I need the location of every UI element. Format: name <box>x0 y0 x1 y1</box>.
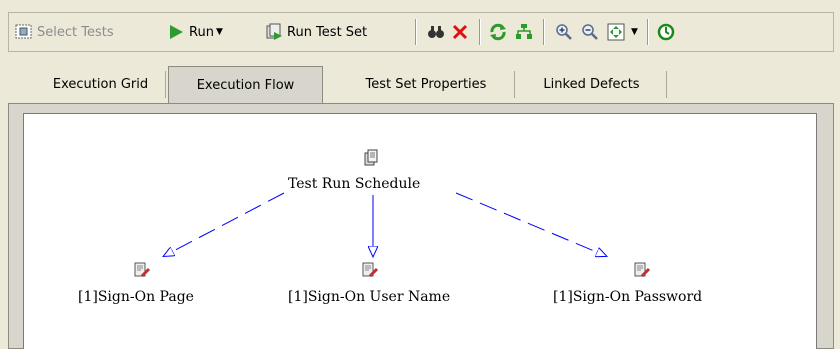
toolbar-separator <box>647 19 649 45</box>
tab-execution-grid[interactable]: Execution Grid <box>36 71 166 98</box>
toolbar: Select Tests Run ▼ Run Test Set ▼ <box>8 12 834 52</box>
tab-label: Linked Defects <box>543 77 640 92</box>
connector-root-to-sign-on-password <box>455 192 606 256</box>
run-test-set-label: Run Test Set <box>287 24 368 40</box>
manual-test-icon[interactable] <box>133 261 151 279</box>
zoom-out-button[interactable] <box>581 13 603 51</box>
manual-test-icon[interactable] <box>633 261 651 279</box>
refresh-icon <box>489 23 507 41</box>
tab-label: Execution Grid <box>52 77 149 92</box>
flow-connectors <box>24 192 818 350</box>
select-tests-button[interactable]: Select Tests <box>15 13 114 51</box>
toolbar-separator <box>415 19 417 45</box>
select-tests-label: Select Tests <box>37 24 114 40</box>
run-button[interactable]: Run ▼ <box>167 13 223 51</box>
manual-test-icon[interactable] <box>361 261 379 279</box>
tab-label: Execution Flow <box>196 78 295 93</box>
delete-button[interactable] <box>451 13 473 51</box>
tab-linked-defects[interactable]: Linked Defects <box>517 71 667 98</box>
test-set-icon[interactable] <box>363 149 381 167</box>
run-test-set-icon <box>265 23 283 41</box>
tab-test-set-properties[interactable]: Test Set Properties <box>338 71 515 98</box>
tab-execution-flow[interactable]: Execution Flow <box>168 66 323 104</box>
find-button[interactable] <box>427 13 449 51</box>
flow-node-sign-on-user-name[interactable]: [1]Sign-On User Name <box>288 289 450 305</box>
execution-flow-canvas[interactable]: Test Run Schedule [1]Sign-On Page [1]Sig… <box>23 113 817 349</box>
run-test-set-button[interactable]: Run Test Set <box>265 13 367 51</box>
fit-to-window-button[interactable]: ▼ <box>607 13 638 51</box>
run-label: Run <box>189 24 214 40</box>
run-dropdown-icon[interactable]: ▼ <box>216 27 223 37</box>
filter-button[interactable] <box>515 13 537 51</box>
tab-label: Test Set Properties <box>365 77 487 92</box>
flow-node-sign-on-page[interactable]: [1]Sign-On Page <box>78 289 194 305</box>
zoom-out-icon <box>581 23 599 41</box>
find-icon <box>427 23 445 41</box>
refresh-button[interactable] <box>489 13 511 51</box>
filter-icon <box>515 23 533 41</box>
flow-node-test-run-schedule[interactable]: Test Run Schedule <box>288 176 420 192</box>
timer-button[interactable] <box>657 13 679 51</box>
toolbar-separator <box>543 19 545 45</box>
zoom-in-button[interactable] <box>555 13 577 51</box>
run-icon <box>167 23 185 41</box>
delete-icon <box>451 23 469 41</box>
timer-icon <box>657 23 675 41</box>
select-tests-icon <box>15 23 33 41</box>
flow-node-sign-on-password[interactable]: [1]Sign-On Password <box>553 289 702 305</box>
toolbar-separator <box>479 19 481 45</box>
tab-strip: Execution Grid Execution Flow Test Set P… <box>0 60 840 104</box>
connector-root-to-sign-on-page <box>164 192 285 256</box>
test-lab-window: Select Tests Run ▼ Run Test Set ▼ Execut… <box>0 0 840 349</box>
fit-to-window-icon <box>607 23 625 41</box>
zoom-in-icon <box>555 23 573 41</box>
fit-dropdown-icon[interactable]: ▼ <box>631 27 638 37</box>
